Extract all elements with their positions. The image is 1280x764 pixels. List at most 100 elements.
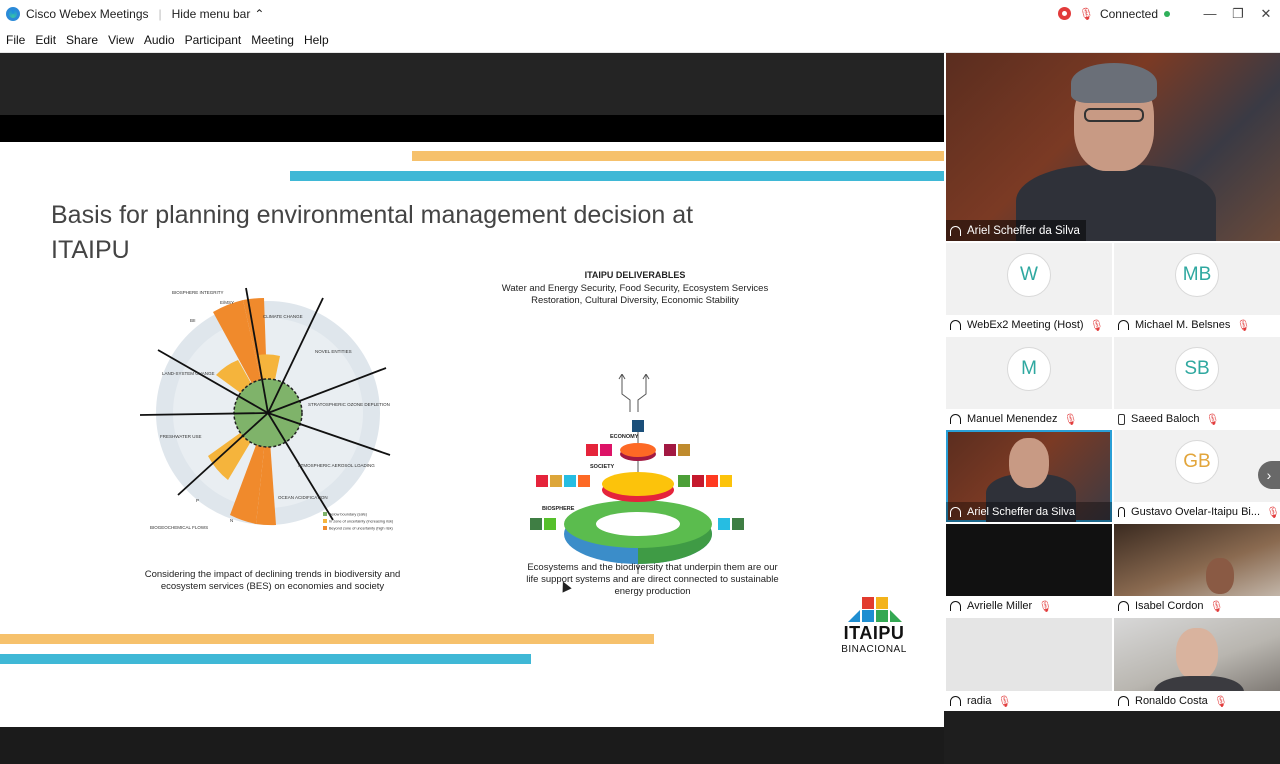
participant-name: Ronaldo Costa bbox=[1135, 695, 1208, 707]
slide-orange-bar-bottom bbox=[0, 634, 654, 644]
chevron-up-icon: ⌃ bbox=[254, 6, 265, 21]
legend-safe: Below boundary (safe) bbox=[329, 513, 368, 517]
itaipu-logo-name: ITAIPU bbox=[843, 623, 905, 643]
slide-blue-bar-bottom bbox=[0, 654, 531, 664]
itaipu-logo-squares-icon bbox=[832, 597, 916, 623]
participant-avatar: M bbox=[1007, 347, 1051, 391]
deliverables-line-1: Water and Energy Security, Food Security… bbox=[501, 283, 769, 294]
restore-window-button[interactable]: ❐ bbox=[1224, 6, 1252, 22]
participant-name: Isabel Cordon bbox=[1135, 600, 1204, 612]
mic-muted-icon[interactable]: 🎙 bbox=[1079, 7, 1094, 21]
menu-share[interactable]: Share bbox=[66, 33, 98, 47]
title-separator: | bbox=[158, 6, 162, 21]
participant-tile[interactable]: radia 🎙 bbox=[946, 618, 1112, 711]
connection-status: Connected bbox=[1099, 6, 1158, 21]
label-novel-entities: NOVEL ENTITIES bbox=[315, 349, 352, 354]
sdg17-icon bbox=[632, 420, 644, 432]
deliverables-line-2: Restoration, Cultural Diversity, Economi… bbox=[531, 295, 739, 306]
menu-file[interactable]: File bbox=[6, 33, 25, 47]
slide-orange-bar-top bbox=[412, 151, 944, 161]
participant-name: Avrielle Miller bbox=[967, 600, 1033, 612]
speaker-hair bbox=[1071, 63, 1157, 103]
participant-label: Manuel Menendez 🎙 bbox=[946, 409, 1112, 429]
participant-tile[interactable]: SB Saeed Baloch 🎙 bbox=[1114, 337, 1280, 429]
participant-name: Michael M. Belsnes bbox=[1135, 319, 1231, 331]
active-speaker-label: Ariel Scheffer da Silva bbox=[946, 220, 1086, 241]
boundaries-legend: Below boundary (safe) In zone of uncerta… bbox=[323, 512, 394, 531]
participant-name: WebEx2 Meeting (Host) bbox=[967, 319, 1084, 331]
titlebar-right: 🎙 Connected — ❐ ✕ bbox=[1057, 0, 1280, 27]
mic-muted-icon: 🎙 bbox=[1205, 413, 1220, 426]
mic-muted-icon: 🎙 bbox=[1209, 600, 1224, 613]
itaipu-logo: ITAIPU BINACIONAL bbox=[832, 597, 916, 655]
app-title: Cisco Webex Meetings bbox=[26, 6, 149, 21]
deliverables-text: Water and Energy Security, Food Security… bbox=[480, 283, 790, 307]
label-bii: BII bbox=[190, 318, 196, 323]
label-freshwater-use: FRESHWATER USE bbox=[160, 434, 202, 439]
participant-tile-selected[interactable]: Ariel Scheffer da Silva bbox=[946, 430, 1112, 522]
upward-arrows bbox=[618, 374, 650, 412]
menu-audio[interactable]: Audio bbox=[144, 33, 175, 47]
headset-icon bbox=[1118, 601, 1129, 611]
participant-tile[interactable]: Isabel Cordon 🎙 bbox=[1114, 524, 1280, 616]
legend-high-risk: Beyond zone of uncertainty (high risk) bbox=[329, 527, 393, 531]
menu-help[interactable]: Help bbox=[304, 33, 329, 47]
participant-name: Saeed Baloch bbox=[1131, 413, 1200, 425]
participant-tile[interactable]: M Manuel Menendez 🎙 bbox=[946, 337, 1112, 429]
recording-icon[interactable] bbox=[1057, 7, 1071, 20]
close-window-button[interactable]: ✕ bbox=[1252, 6, 1280, 22]
menu-edit[interactable]: Edit bbox=[35, 33, 56, 47]
participant-label: WebEx2 Meeting (Host) 🎙 bbox=[946, 315, 1112, 335]
participant-name: Manuel Menendez bbox=[967, 413, 1058, 425]
next-page-button[interactable]: › bbox=[1258, 461, 1280, 489]
label-society: SOCIETY bbox=[590, 464, 614, 470]
mic-muted-icon: 🎙 bbox=[1063, 413, 1078, 426]
active-speaker-name: Ariel Scheffer da Silva bbox=[967, 224, 1080, 237]
participant-tile[interactable]: Ronaldo Costa 🎙 bbox=[1114, 618, 1280, 711]
chevron-right-icon: › bbox=[1266, 467, 1272, 483]
headset-icon bbox=[950, 507, 961, 517]
label-economy: ECONOMY bbox=[610, 434, 639, 440]
participants-video-panel: Ariel Scheffer da Silva W WebEx2 Meeting… bbox=[944, 53, 1280, 711]
presentation-slide: Basis for planning environmental managem… bbox=[0, 142, 944, 727]
mic-muted-icon: 🎙 bbox=[1089, 319, 1104, 332]
participant-tile[interactable]: W WebEx2 Meeting (Host) 🎙 bbox=[946, 243, 1112, 335]
participant-label: Isabel Cordon 🎙 bbox=[1114, 596, 1280, 616]
menu-view[interactable]: View bbox=[108, 33, 134, 47]
mic-muted-icon: 🎙 bbox=[1266, 506, 1280, 519]
participant-avatar: MB bbox=[1175, 253, 1219, 297]
participant-label: Avrielle Miller 🎙 bbox=[946, 596, 1112, 616]
active-speaker-video[interactable]: Ariel Scheffer da Silva bbox=[946, 53, 1280, 241]
hide-menu-bar-label: Hide menu bar bbox=[171, 6, 251, 21]
headset-icon bbox=[1118, 320, 1129, 330]
legend-uncertainty: In zone of uncertainty (increasing risk) bbox=[329, 520, 394, 524]
tile-person-head bbox=[1206, 558, 1234, 594]
participant-tile[interactable]: MB Michael M. Belsnes 🎙 bbox=[1114, 243, 1280, 335]
speaker-glasses bbox=[1084, 108, 1144, 122]
label-p: P bbox=[196, 498, 199, 503]
mic-muted-icon: 🎙 bbox=[1213, 695, 1228, 708]
tile-person-head bbox=[1176, 628, 1218, 680]
participant-label: Ronaldo Costa 🎙 bbox=[1114, 691, 1280, 711]
participant-avatar: W bbox=[1007, 253, 1051, 297]
participant-tile[interactable]: Avrielle Miller 🎙 bbox=[946, 524, 1112, 616]
phone-icon bbox=[1118, 413, 1125, 425]
label-biosphere-integrity: BIOSPHERE INTEGRITY bbox=[172, 290, 224, 295]
menu-participant[interactable]: Participant bbox=[185, 33, 242, 47]
participant-tile[interactable]: GB Gustavo Ovelar-Itaipu Bi... 🎙 bbox=[1114, 430, 1280, 522]
headset-icon bbox=[950, 225, 961, 236]
itaipu-logo-subtitle: BINACIONAL bbox=[841, 644, 907, 655]
label-climate-change: CLIMATE CHANGE bbox=[263, 314, 303, 319]
minimize-window-button[interactable]: — bbox=[1196, 6, 1224, 21]
shared-content-area: Basis for planning environmental managem… bbox=[0, 53, 944, 764]
headset-icon bbox=[1118, 507, 1126, 517]
society-top bbox=[602, 472, 674, 496]
label-biosphere: BIOSPHERE bbox=[542, 506, 575, 512]
connection-status-dot-icon bbox=[1164, 10, 1170, 17]
hide-menu-bar-button[interactable]: Hide menu bar ⌃ bbox=[172, 7, 265, 21]
participant-label: Michael M. Belsnes 🎙 bbox=[1114, 315, 1280, 335]
sdg-wedding-cake-diagram: ECONOMY SOCIETY BIOSPHERE bbox=[530, 374, 744, 574]
slide-blue-bar-top bbox=[290, 171, 944, 181]
caption-left: Considering the impact of declining tren… bbox=[144, 569, 401, 592]
menu-meeting[interactable]: Meeting bbox=[251, 33, 294, 47]
